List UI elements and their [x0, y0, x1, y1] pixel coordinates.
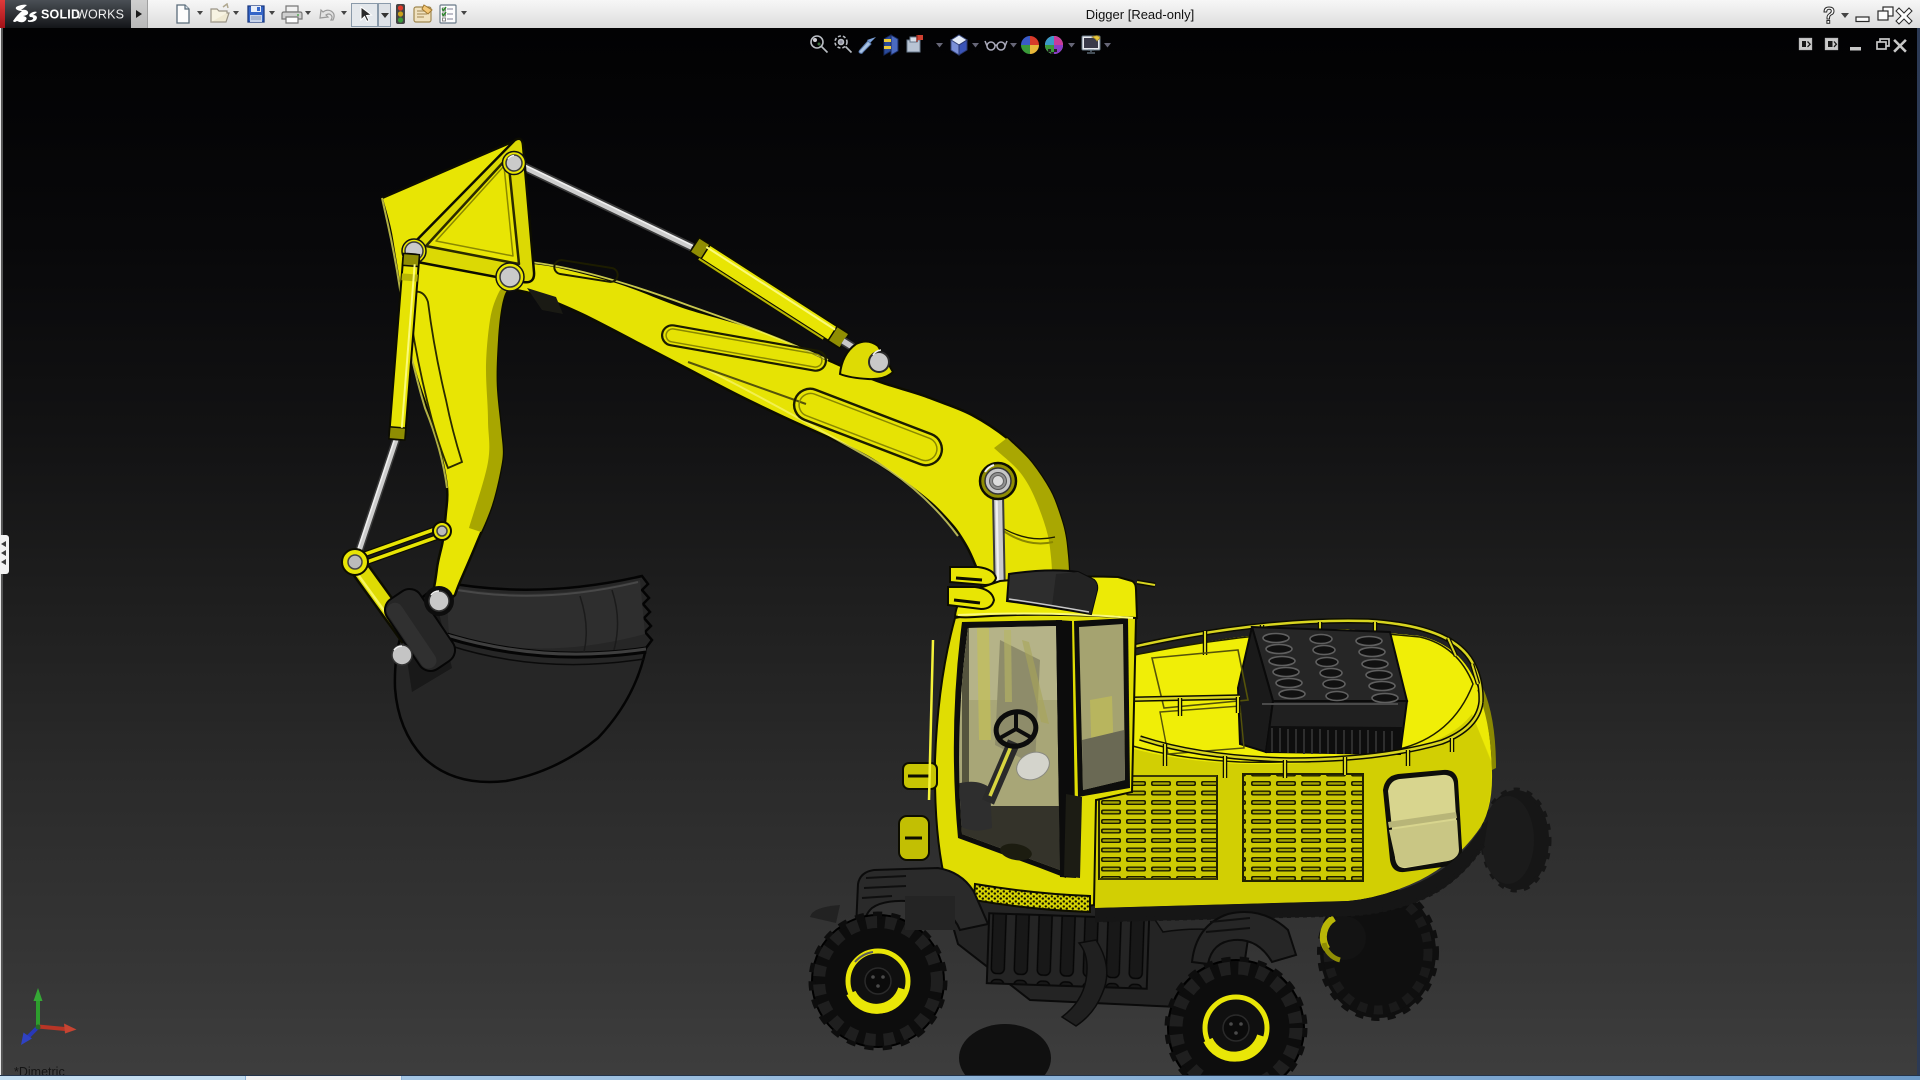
- svg-text:WORKS: WORKS: [76, 8, 124, 22]
- svg-text:SOLID: SOLID: [41, 8, 80, 22]
